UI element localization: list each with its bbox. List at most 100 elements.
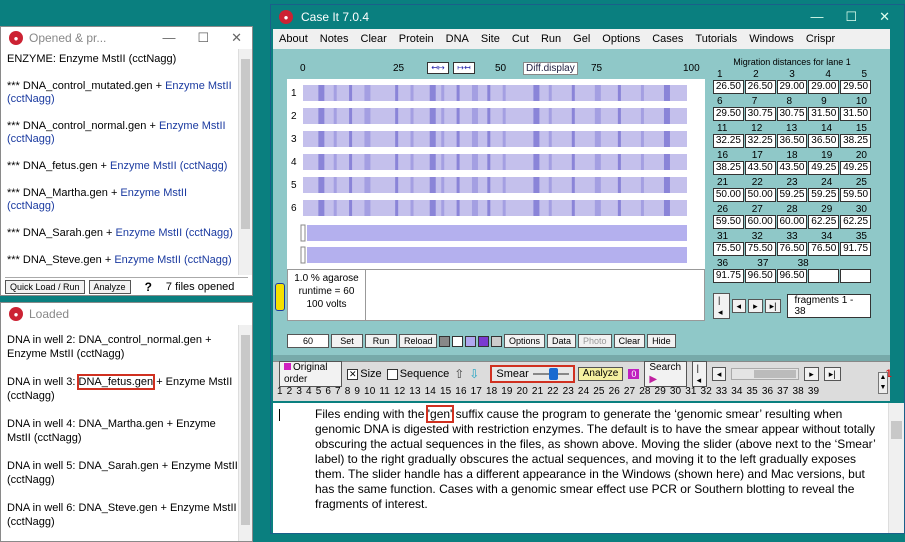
menu-clear[interactable]: Clear <box>355 33 393 45</box>
fragment-number: 35 <box>855 231 867 242</box>
menu-cut[interactable]: Cut <box>506 33 535 45</box>
migration-value-row: 32.25 32.25 36.50 36.50 38.25 <box>713 134 871 148</box>
maximize-icon[interactable]: ☐ <box>845 9 857 25</box>
migration-value-row: 26.50 26.50 29.00 29.00 29.50 <box>713 80 871 94</box>
migration-value: 50.00 <box>744 188 776 202</box>
first-icon[interactable]: |◂ <box>713 293 730 319</box>
next-icon[interactable]: ▸ <box>804 367 819 381</box>
migration-value: 50.00 <box>713 188 744 202</box>
menu-options[interactable]: Options <box>596 33 646 45</box>
text-scrollbar[interactable] <box>888 403 904 533</box>
photo-button[interactable]: Photo <box>578 334 612 348</box>
maximize-icon[interactable]: ☐ <box>197 30 209 46</box>
color-swatch-gray2[interactable] <box>491 335 502 347</box>
color-swatch-lavender[interactable] <box>465 335 476 347</box>
set-button[interactable]: Set <box>331 334 363 348</box>
menu-crispr[interactable]: Crispr <box>800 33 841 45</box>
loaded-scrollbar[interactable] <box>238 325 252 541</box>
sequence-scrollbar[interactable] <box>731 368 800 380</box>
search-button[interactable]: Search ▶ <box>644 361 687 387</box>
menu-dna[interactable]: DNA <box>440 33 475 45</box>
run-button[interactable]: Run <box>365 334 397 348</box>
migration-value: 96.50 <box>744 269 776 283</box>
minimize-icon[interactable]: — <box>810 9 823 25</box>
arrow-down-icon[interactable]: ⇩ <box>469 367 479 381</box>
color-swatch-gray[interactable] <box>439 335 450 347</box>
menu-site[interactable]: Site <box>475 33 506 45</box>
clear-button[interactable]: Clear <box>613 334 646 348</box>
dna-band <box>429 154 436 170</box>
dna-band <box>410 108 414 124</box>
dna-band <box>502 85 506 101</box>
menu-tutorials[interactable]: Tutorials <box>689 33 743 45</box>
migration-value: 32.25 <box>713 134 744 148</box>
dna-band <box>349 200 353 216</box>
menu-gel[interactable]: Gel <box>567 33 596 45</box>
arrow-up-icon[interactable]: ⇧ <box>454 367 464 381</box>
migration-value-row: 91.75 96.50 96.50 <box>713 269 871 283</box>
list-item: *** DNA_fetus.gen + Enzyme MstII (cctNag… <box>7 160 228 172</box>
gel-ruler: 0 25 ↤↦ ↦↤ 50 Diff.display 75 100 <box>300 62 700 75</box>
opened-window-titlebar[interactable]: ● Opened & pr... — ☐ ✕ <box>1 27 252 49</box>
prev-icon[interactable]: ◂ <box>731 299 747 313</box>
zoom-in-button[interactable]: ↦↤ <box>453 62 475 74</box>
menu-windows[interactable]: Windows <box>743 33 800 45</box>
color-swatch-purple[interactable] <box>478 335 489 347</box>
minimize-icon[interactable]: — <box>162 30 175 46</box>
lane-number: 1 <box>291 88 297 99</box>
position-number: 7 <box>335 386 341 397</box>
analyze-button[interactable]: Analyze <box>88 279 131 294</box>
last-icon[interactable]: ▸| <box>823 367 841 381</box>
dna-band <box>318 131 325 147</box>
position-number: 14 <box>424 386 436 397</box>
prev-icon[interactable]: ◂ <box>711 367 727 381</box>
menu-notes[interactable]: Notes <box>314 33 355 45</box>
close-icon[interactable]: ✕ <box>879 9 890 25</box>
position-number: 21 <box>531 386 544 397</box>
options-button[interactable]: Options <box>504 334 546 348</box>
next-icon[interactable]: ▸ <box>748 299 763 313</box>
original-order-button[interactable]: Original order <box>279 361 343 387</box>
position-number: 12 <box>393 386 406 397</box>
dna-band <box>318 177 325 193</box>
quick-load-button[interactable]: Quick Load / Run <box>5 279 85 294</box>
dna-band <box>471 85 478 101</box>
diff-display-button[interactable]: Diff.display <box>523 62 578 75</box>
menu-protein[interactable]: Protein <box>393 33 440 45</box>
first-icon[interactable]: |◂ <box>691 361 707 387</box>
fragment-number: 14 <box>820 123 833 134</box>
analyze-button[interactable]: Analyze <box>577 367 624 381</box>
opened-window: ● Opened & pr... — ☐ ✕ ENZYME: Enzyme MstI… <box>0 26 253 296</box>
color-swatch-white[interactable] <box>452 335 463 347</box>
smear-slider[interactable] <box>532 368 569 380</box>
dna-band <box>456 85 460 101</box>
electrode-indicator[interactable] <box>275 283 285 311</box>
opened-scrollbar[interactable] <box>238 49 252 275</box>
reload-button[interactable]: Reload <box>399 334 437 348</box>
last-icon[interactable]: ▸| <box>764 299 782 313</box>
runtime-input[interactable]: 60 <box>287 334 329 348</box>
zoom-out-button[interactable]: ↤↦ <box>427 62 449 74</box>
toolbar-spinner[interactable]: ▲ ▼ <box>878 372 888 394</box>
position-number: 33 <box>715 386 728 397</box>
position-number: 15 <box>439 386 452 397</box>
loaded-window-titlebar[interactable]: ● Loaded <box>1 303 252 325</box>
list-item: DNA in well 5: DNA_Sarah.gen + Enzyme Ms… <box>7 460 238 486</box>
main-titlebar[interactable]: ● Case It 7.0.4 — ☐ ✕ <box>271 5 904 29</box>
smear-slider-handle[interactable] <box>548 368 558 380</box>
list-item: *** DNA_Steve.gen + Enzyme MstII (cctNag… <box>7 254 232 266</box>
position-number: 11 <box>379 386 390 397</box>
migration-value-row: 59.50 60.00 60.00 62.25 62.25 <box>713 215 871 229</box>
menu-about[interactable]: About <box>273 33 314 45</box>
menu-run[interactable]: Run <box>535 33 567 45</box>
fragment-number: 6 <box>717 96 723 107</box>
migration-value: 43.50 <box>776 161 808 175</box>
menu-cases[interactable]: Cases <box>646 33 689 45</box>
close-icon[interactable]: ✕ <box>231 30 242 46</box>
help-button[interactable]: ? <box>145 280 152 294</box>
dna-band <box>548 177 552 193</box>
hide-button[interactable]: Hide <box>647 334 676 348</box>
size-checkbox[interactable]: ✕ Size <box>347 368 382 380</box>
sequence-checkbox[interactable]: Sequence <box>386 368 449 380</box>
data-button[interactable]: Data <box>547 334 577 348</box>
